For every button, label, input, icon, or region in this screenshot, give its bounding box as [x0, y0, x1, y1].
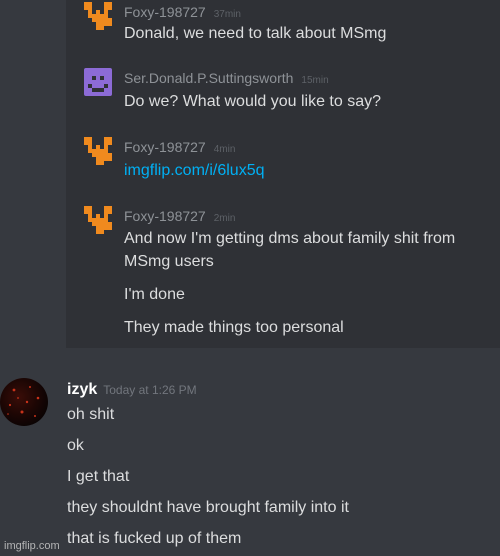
message-text: I get that: [67, 468, 130, 485]
fox-avatar-icon[interactable]: [84, 2, 112, 30]
message-author[interactable]: izyk Today at 1:26 PM: [67, 381, 197, 399]
fox-avatar-icon[interactable]: [84, 137, 112, 165]
quoted-message-text: I'm done: [124, 286, 185, 303]
smiley-avatar-icon[interactable]: [84, 68, 112, 96]
quoted-timestamp: 37min: [213, 9, 241, 20]
message-text: oh shit: [67, 406, 115, 423]
quoted-timestamp: 2min: [213, 213, 236, 224]
fox-avatar-icon[interactable]: [84, 206, 112, 234]
imgflip-watermark: imgflip.com: [4, 540, 60, 552]
quoted-message-text: Do we? What would you like to say?: [124, 93, 382, 110]
quoted-message-text: Donald, we need to talk about MSmg: [124, 25, 387, 42]
quoted-message-text: They made things too personal: [124, 319, 344, 336]
quoted-message-text: MSmg users: [124, 253, 214, 270]
quoted-username[interactable]: Foxy-198727 2min: [124, 208, 235, 224]
quoted-username[interactable]: Foxy-198727 37min: [124, 4, 241, 20]
message-text: they shouldnt have brought family into i…: [67, 499, 349, 516]
message-text: that is fucked up of them: [67, 530, 242, 547]
message-timestamp: Today at 1:26 PM: [103, 383, 197, 397]
quoted-timestamp: 15min: [301, 75, 329, 86]
quoted-timestamp: 4min: [213, 144, 236, 155]
quoted-message-text: And now I'm getting dms about family shi…: [124, 230, 456, 247]
quoted-conversation: Foxy-198727 37min Donald, we need to talk…: [66, 0, 500, 348]
quoted-username[interactable]: Foxy-198727 4min: [124, 139, 235, 155]
imgflip-link[interactable]: imgflip.com/i/6lux5q: [124, 162, 265, 180]
user-avatar[interactable]: [0, 378, 48, 426]
quoted-username[interactable]: Ser.Donald.P.Suttingsworth 15min: [124, 70, 329, 86]
message-text: ok: [67, 437, 84, 454]
